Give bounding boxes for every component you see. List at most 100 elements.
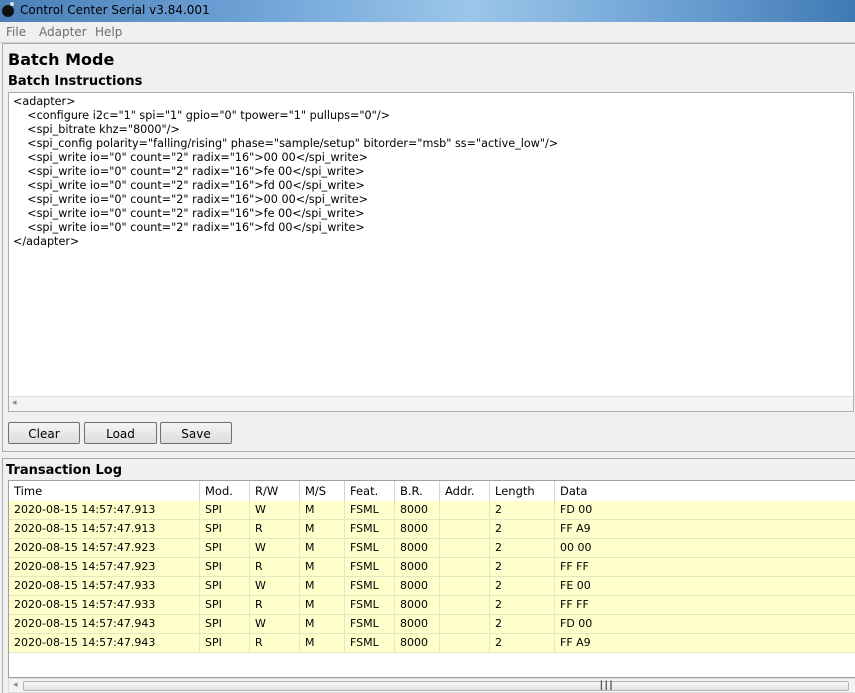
cell-br: 8000 <box>395 615 440 633</box>
transaction-log-panel: Transaction Log Time Mod. R/W M/S Feat. … <box>2 458 855 693</box>
column-header-data[interactable]: Data <box>555 481 855 501</box>
cell-feat: FSML <box>345 577 395 595</box>
cell-addr <box>440 501 490 519</box>
cell-addr <box>440 558 490 576</box>
scrollbar-thumb[interactable]: ┃┃┃ <box>23 681 849 691</box>
menu-bar: File Adapter Help <box>0 22 855 43</box>
transaction-log-table: Time Mod. R/W M/S Feat. B.R. Addr. Lengt… <box>8 480 855 678</box>
cell-addr <box>440 634 490 652</box>
table-header: Time Mod. R/W M/S Feat. B.R. Addr. Lengt… <box>9 481 855 502</box>
table-row[interactable]: 2020-08-15 14:57:47.923 SPI R M FSML 8000 2 FF … <box>9 558 855 577</box>
menu-adapter[interactable]: Adapter <box>39 25 87 39</box>
cell-length: 2 <box>490 539 555 557</box>
table-horizontal-scrollbar[interactable]: ◂ ┃┃┃ <box>8 678 855 693</box>
cell-ms: M <box>300 577 345 595</box>
column-header-length[interactable]: Length <box>490 481 555 501</box>
scroll-left-icon[interactable]: ◂ <box>12 398 17 408</box>
menu-file[interactable]: File <box>6 25 26 39</box>
transaction-log-title: Transaction Log <box>6 463 122 478</box>
column-header-feat[interactable]: Feat. <box>345 481 395 501</box>
cell-br: 8000 <box>395 539 440 557</box>
column-header-time[interactable]: Time <box>9 481 200 501</box>
column-header-br[interactable]: B.R. <box>395 481 440 501</box>
load-button[interactable]: Load <box>84 422 157 444</box>
cell-ms: M <box>300 539 345 557</box>
column-header-mod[interactable]: Mod. <box>200 481 250 501</box>
cell-length: 2 <box>490 596 555 614</box>
cell-ms: M <box>300 558 345 576</box>
cell-rw: W <box>250 501 300 519</box>
table-row[interactable]: 2020-08-15 14:57:47.943 SPI R M FSML 8000 2 FF … <box>9 634 855 653</box>
cell-data: 00 00 <box>560 541 592 554</box>
batch-script-editor[interactable]: <adapter> <configure i2c="1" spi="1" gpi… <box>8 92 854 412</box>
cell-feat: FSML <box>345 558 395 576</box>
cell-data: FD 00 <box>560 617 593 630</box>
table-row[interactable]: 2020-08-15 14:57:47.933 SPI W M FSML 8000 2 FE … <box>9 577 855 596</box>
cell-addr <box>440 615 490 633</box>
column-header-ms[interactable]: M/S <box>300 481 345 501</box>
table-row[interactable]: 2020-08-15 14:57:47.913 SPI R M FSML 8000 2 FF … <box>9 520 855 539</box>
cell-length: 2 <box>490 520 555 538</box>
batch-script-text[interactable]: <adapter> <configure i2c="1" spi="1" gpi… <box>9 93 853 251</box>
cell-rw: R <box>250 558 300 576</box>
cell-rw: W <box>250 577 300 595</box>
cell-feat: FSML <box>345 615 395 633</box>
scroll-left-icon[interactable]: ◂ <box>13 680 18 690</box>
table-row[interactable]: 2020-08-15 14:57:47.943 SPI W M FSML 8000 2 FD … <box>9 615 855 634</box>
window-title: Control Center Serial v3.84.001 <box>20 3 210 17</box>
cell-rw: R <box>250 520 300 538</box>
cell-feat: FSML <box>345 596 395 614</box>
cell-addr <box>440 520 490 538</box>
table-row[interactable]: 2020-08-15 14:57:47.933 SPI R M FSML 8000 2 FF … <box>9 596 855 615</box>
cell-br: 8000 <box>395 520 440 538</box>
cell-ms: M <box>300 615 345 633</box>
editor-horizontal-scrollbar[interactable]: ◂ <box>9 396 853 411</box>
cell-br: 8000 <box>395 558 440 576</box>
cell-data: FF A9 <box>560 522 591 535</box>
cell-ms: M <box>300 596 345 614</box>
cell-rw: W <box>250 539 300 557</box>
title-bar: Control Center Serial v3.84.001 <box>0 0 855 22</box>
batch-panel: Batch Mode Batch Instructions <adapter> … <box>2 43 855 452</box>
column-header-addr[interactable]: Addr. <box>440 481 490 501</box>
cell-data: FE 00 <box>560 579 591 592</box>
cell-br: 8000 <box>395 596 440 614</box>
cell-time: 2020-08-15 14:57:47.933 <box>9 596 200 614</box>
table-row[interactable]: 2020-08-15 14:57:47.923 SPI W M FSML 8000 2 00 … <box>9 539 855 558</box>
cell-feat: FSML <box>345 501 395 519</box>
table-row[interactable]: 2020-08-15 14:57:47.913 SPI W M FSML 8000 2 FD … <box>9 501 855 520</box>
cell-addr <box>440 539 490 557</box>
cell-time: 2020-08-15 14:57:47.923 <box>9 539 200 557</box>
cell-br: 8000 <box>395 634 440 652</box>
cell-data: FF FF <box>560 560 589 573</box>
cell-time: 2020-08-15 14:57:47.923 <box>9 558 200 576</box>
menu-help[interactable]: Help <box>95 25 122 39</box>
cell-mod: SPI <box>200 539 250 557</box>
cell-feat: FSML <box>345 634 395 652</box>
cell-br: 8000 <box>395 501 440 519</box>
scrollbar-grip-icon: ┃┃┃ <box>599 681 614 690</box>
column-header-rw[interactable]: R/W <box>250 481 300 501</box>
cell-length: 2 <box>490 615 555 633</box>
cell-data: FF FF <box>560 598 589 611</box>
save-button[interactable]: Save <box>160 422 232 444</box>
cell-time: 2020-08-15 14:57:47.913 <box>9 501 200 519</box>
cell-length: 2 <box>490 501 555 519</box>
cell-length: 2 <box>490 634 555 652</box>
cell-data: FF A9 <box>560 636 591 649</box>
cell-mod: SPI <box>200 615 250 633</box>
clear-button[interactable]: Clear <box>8 422 80 444</box>
page-title: Batch Mode <box>8 50 115 69</box>
cell-mod: SPI <box>200 577 250 595</box>
cell-rw: R <box>250 634 300 652</box>
cell-time: 2020-08-15 14:57:47.943 <box>9 634 200 652</box>
cell-br: 8000 <box>395 577 440 595</box>
cell-rw: W <box>250 615 300 633</box>
cell-rw: R <box>250 596 300 614</box>
cell-addr <box>440 577 490 595</box>
cell-addr <box>440 596 490 614</box>
cell-time: 2020-08-15 14:57:47.943 <box>9 615 200 633</box>
cell-mod: SPI <box>200 520 250 538</box>
batch-instructions-title: Batch Instructions <box>8 74 143 89</box>
app-icon <box>2 2 14 17</box>
